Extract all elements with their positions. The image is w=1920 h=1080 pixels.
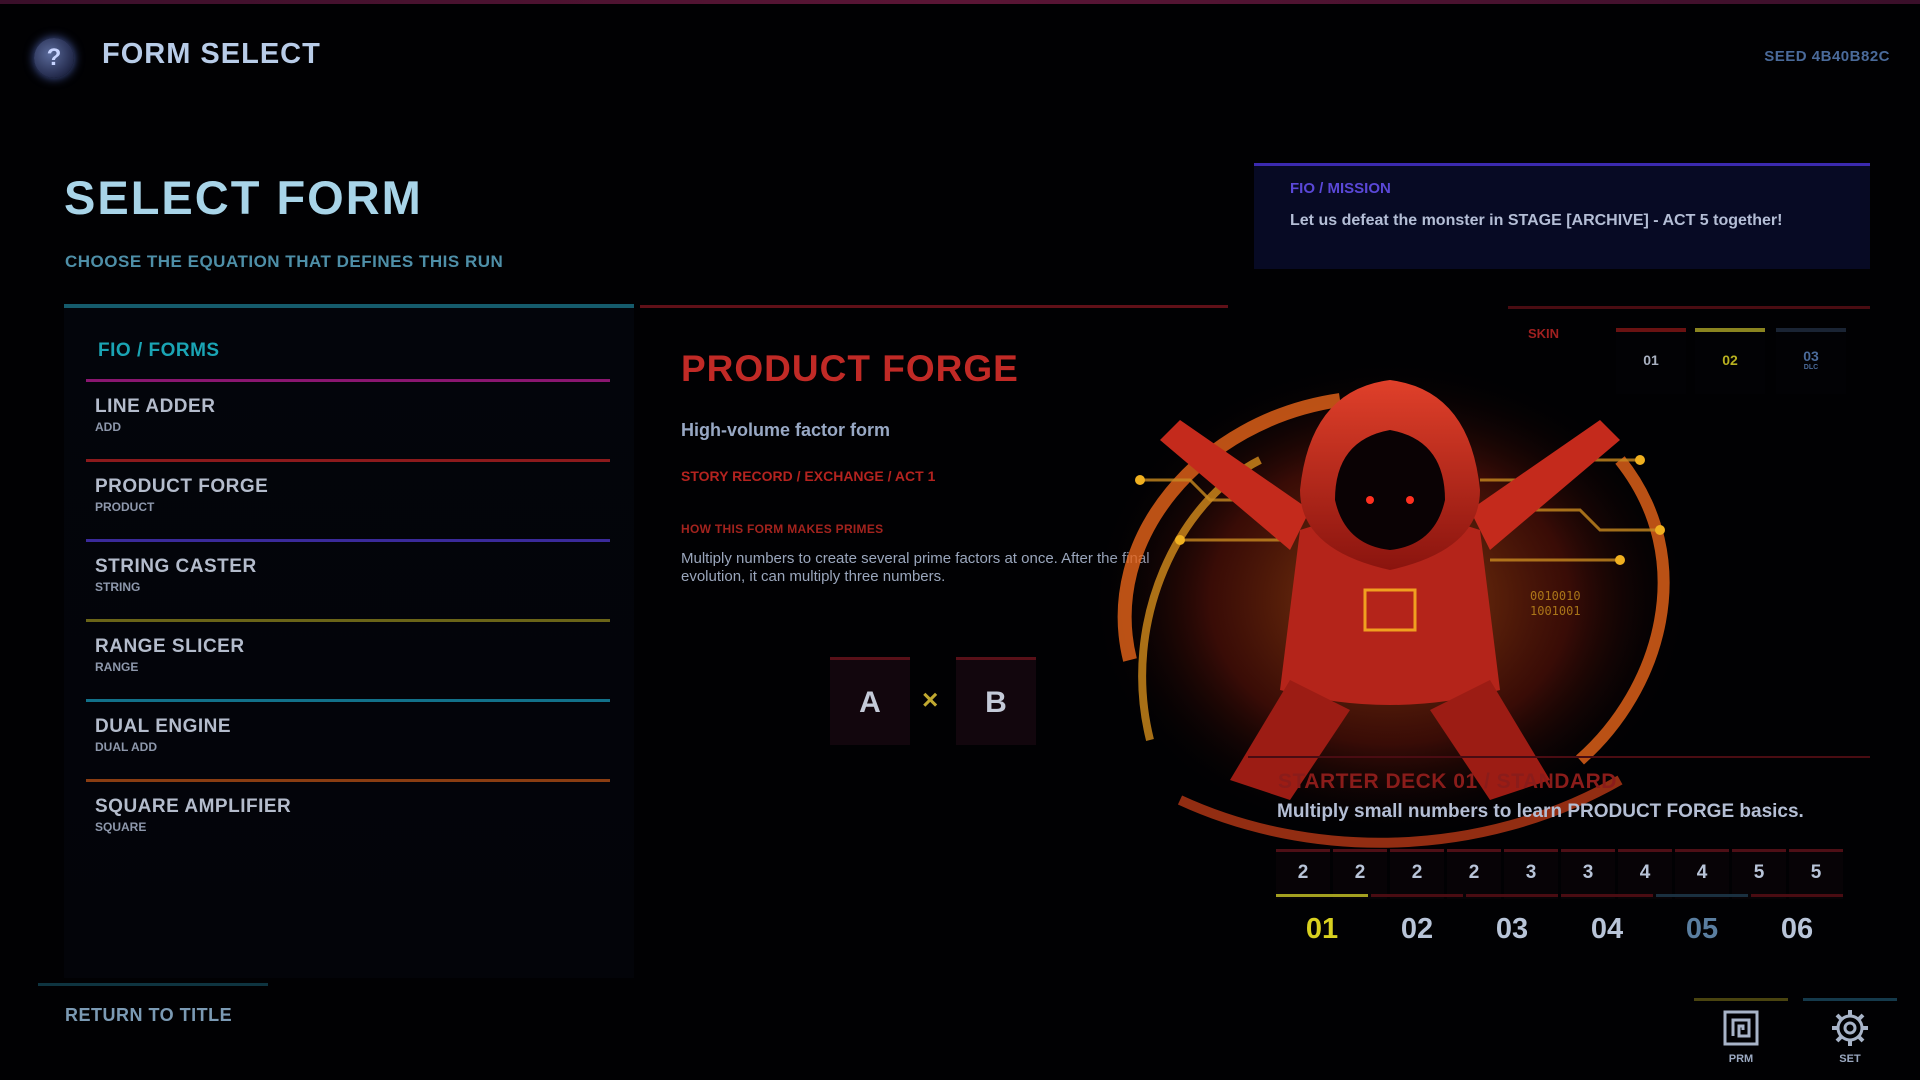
gear-icon (1832, 1010, 1868, 1046)
deck-page-01[interactable]: 01 (1276, 894, 1368, 946)
deck-number: 3 (1561, 849, 1615, 899)
svg-text:0010010: 0010010 (1530, 589, 1581, 603)
spiral-square-icon (1723, 1010, 1759, 1046)
deck-page-05[interactable]: 05 (1656, 894, 1748, 946)
form-code: STRING (95, 580, 141, 594)
deck-description: Multiply small numbers to learn PRODUCT … (1277, 801, 1804, 822)
settings-accent (1803, 998, 1897, 1001)
deck-title: STARTER DECK 01 / STANDARD (1278, 770, 1617, 793)
skin-tab-label: 02 (1722, 352, 1738, 368)
detail-divider (640, 305, 1228, 308)
form-code: PRODUCT (95, 500, 155, 514)
deck-number: 3 (1504, 849, 1558, 899)
skin-divider (1508, 306, 1870, 309)
mission-text: Let us defeat the monster in STAGE [ARCH… (1290, 212, 1783, 229)
dlc-tag: DLC (1803, 364, 1819, 371)
deck-number: 4 (1618, 849, 1672, 899)
form-code: SQUARE (95, 820, 147, 834)
deck-number: 2 (1333, 849, 1387, 899)
help-button[interactable]: ? (34, 38, 74, 78)
story-record: STORY RECORD / EXCHANGE / ACT 1 (681, 468, 936, 484)
screen-title: FORM SELECT (102, 38, 321, 70)
deck-number: 5 (1789, 849, 1843, 899)
settings-button[interactable]: SET (1803, 998, 1897, 1078)
multiply-operator: × (922, 684, 939, 715)
form-item-product-forge[interactable]: PRODUCT FORGE PRODUCT (86, 459, 610, 535)
skin-label: SKIN (1528, 326, 1560, 341)
skin-tab-label: 01 (1643, 352, 1659, 368)
page-title: SELECT FORM (64, 171, 423, 224)
skin-tab-03[interactable]: 03 DLC (1776, 328, 1846, 394)
deck-number: 2 (1447, 849, 1501, 899)
deck-divider (1248, 756, 1870, 758)
forms-tag: FIO / FORMS (98, 340, 220, 361)
prm-button[interactable]: PRM (1694, 998, 1788, 1078)
svg-text:1001001: 1001001 (1530, 604, 1581, 618)
skin-tab-label: 03 (1803, 348, 1819, 364)
skin-tab-02[interactable]: 02 (1695, 328, 1765, 394)
form-item-string-caster[interactable]: STRING CASTER STRING (86, 539, 610, 615)
form-name: SQUARE AMPLIFIER (95, 796, 292, 817)
skin-tab-01[interactable]: 01 (1616, 328, 1686, 394)
form-name: RANGE SLICER (95, 636, 245, 657)
deck-page-03[interactable]: 03 (1466, 894, 1558, 946)
deck-number: 5 (1732, 849, 1786, 899)
seed-label: SEED 4B40B82C (1764, 48, 1890, 65)
deck-page-selector: 01 02 03 04 05 06 (1276, 894, 1846, 946)
question-icon: ? (46, 44, 62, 71)
equation-operand-b: B (956, 657, 1036, 745)
deck-page-02[interactable]: 02 (1371, 894, 1463, 946)
howto-heading: HOW THIS FORM MAKES PRIMES (681, 522, 884, 536)
page-subtitle: CHOOSE THE EQUATION THAT DEFINES THIS RU… (65, 252, 504, 271)
return-divider (38, 983, 268, 986)
deck-number: 4 (1675, 849, 1729, 899)
form-code: DUAL ADD (95, 740, 157, 754)
deck-number: 2 (1276, 849, 1330, 899)
form-code: ADD (95, 420, 121, 434)
mission-tag: FIO / MISSION (1290, 180, 1391, 197)
form-item-dual-engine[interactable]: DUAL ENGINE DUAL ADD (86, 699, 610, 775)
mission-panel: FIO / MISSION Let us defeat the monster … (1254, 163, 1870, 269)
form-code: RANGE (95, 660, 139, 674)
settings-label: SET (1839, 1053, 1861, 1065)
form-item-line-adder[interactable]: LINE ADDER ADD (86, 379, 610, 455)
equation-operand-a: A (830, 657, 910, 745)
forms-panel: FIO / FORMS LINE ADDER ADD PRODUCT FORGE… (64, 304, 634, 978)
top-accent-line (0, 0, 1920, 4)
form-detail-subtitle: High-volume factor form (681, 420, 891, 440)
deck-number-row: 2222334455 (1276, 849, 1843, 899)
form-name: STRING CASTER (95, 556, 257, 577)
form-item-square-amplifier[interactable]: SQUARE AMPLIFIER SQUARE (86, 779, 610, 855)
deck-page-06[interactable]: 06 (1751, 894, 1843, 946)
form-name: LINE ADDER (95, 396, 216, 417)
form-name: DUAL ENGINE (95, 716, 232, 737)
prm-label: PRM (1728, 1053, 1754, 1065)
return-to-title-button[interactable]: RETURN TO TITLE (65, 1005, 232, 1026)
form-name: PRODUCT FORGE (95, 476, 269, 497)
deck-number: 2 (1390, 849, 1444, 899)
form-detail-title: PRODUCT FORGE (681, 348, 1019, 389)
form-item-range-slicer[interactable]: RANGE SLICER RANGE (86, 619, 610, 695)
deck-page-04[interactable]: 04 (1561, 894, 1653, 946)
prm-accent (1694, 998, 1788, 1001)
